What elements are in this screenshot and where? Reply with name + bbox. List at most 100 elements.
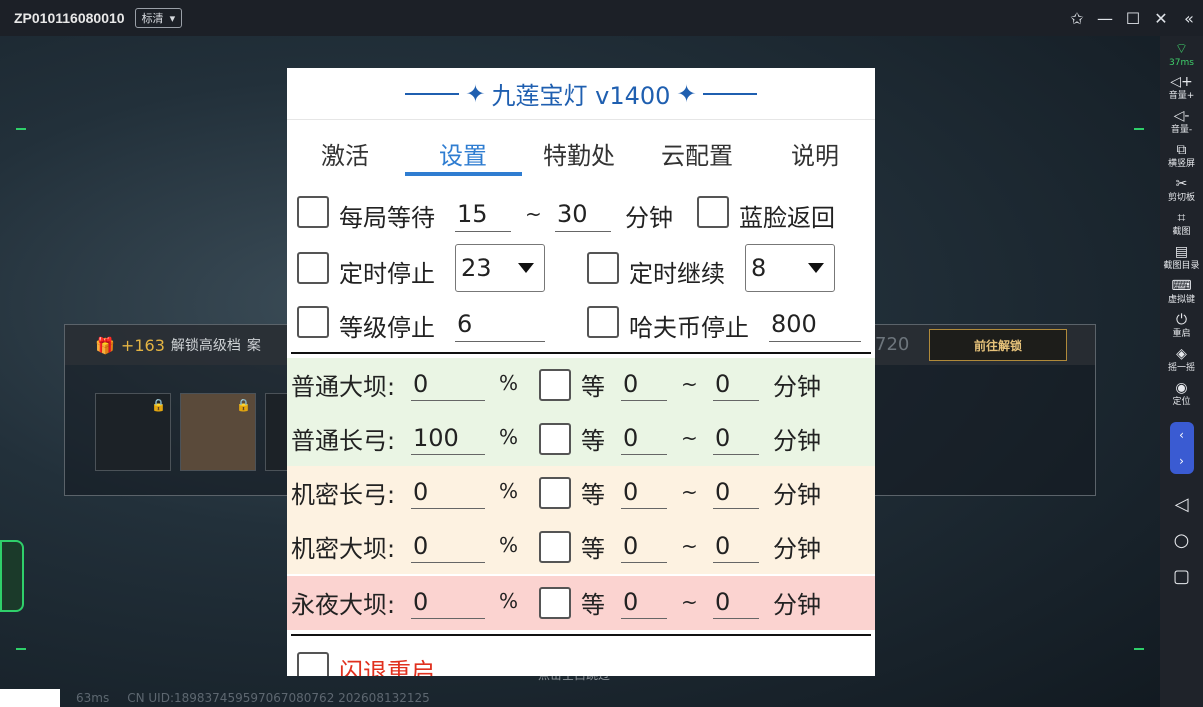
sidebar-item-volume-down[interactable]: ◁- 音量- <box>1160 108 1203 136</box>
percent-label: % <box>499 589 519 613</box>
wait-max-input[interactable]: 30 <box>555 196 611 232</box>
side-badge[interactable] <box>0 540 24 612</box>
shake-icon: ◈ <box>1176 346 1187 362</box>
level-stop-checkbox[interactable] <box>297 306 329 338</box>
minimize-icon[interactable]: — <box>1091 0 1119 36</box>
timed-stop-select[interactable]: 23 <box>455 244 545 292</box>
minutes-label: 分钟 <box>773 373 821 401</box>
map-wait-checkbox[interactable] <box>539 587 571 619</box>
level-stop-input[interactable]: 6 <box>455 306 545 342</box>
map-wait-max-input[interactable]: 0 <box>713 475 759 509</box>
tab-special-ops[interactable]: 特勤处 <box>543 136 615 171</box>
map-wait-checkbox[interactable] <box>539 477 571 509</box>
map-percent-input[interactable]: 100 <box>411 421 485 455</box>
tab-settings[interactable]: 设置 <box>439 136 487 171</box>
sidebar-label: 横竖屏 <box>1167 159 1195 169</box>
tab-activate[interactable]: 激活 <box>321 136 369 171</box>
sidebar-item-clipboard[interactable]: ✂ 剪切板 <box>1160 176 1203 204</box>
chevron-down-icon[interactable]: › <box>1179 454 1184 468</box>
pin-icon[interactable]: ✩ <box>1063 0 1091 36</box>
sidebar-item-virtual-keys[interactable]: ⌨ 虚拟键 <box>1160 278 1203 306</box>
keyboard-icon: ⌨ <box>1171 278 1192 294</box>
map-wait-checkbox[interactable] <box>539 531 571 563</box>
latency-value: 37ms <box>1169 58 1194 68</box>
blue-face-return-checkbox[interactable] <box>697 196 729 228</box>
reward-item-slot[interactable]: 🔒 <box>95 393 171 471</box>
frame-corner <box>16 648 26 650</box>
map-name: 普通大坝: <box>291 373 396 401</box>
timed-continue-checkbox[interactable] <box>587 252 619 284</box>
wait-per-round-checkbox[interactable] <box>297 196 329 228</box>
status-block <box>0 689 60 707</box>
map-wait-min-input[interactable]: 0 <box>621 475 667 509</box>
timed-continue-select[interactable]: 8 <box>745 244 835 292</box>
close-icon[interactable]: ✕ <box>1147 0 1175 36</box>
nav-recents-icon[interactable]: ▢ <box>1160 558 1203 594</box>
map-wait-min-input[interactable]: 0 <box>621 529 667 563</box>
map-row-secret-longbow: 机密长弓: 0 % 等 0 ~ 0 分钟 <box>287 466 875 520</box>
minutes-label: 分钟 <box>625 204 673 232</box>
nav-back-icon[interactable]: ◁ <box>1160 486 1203 522</box>
wait-label: 等 <box>581 535 605 563</box>
map-wait-max-input[interactable]: 0 <box>713 585 759 619</box>
tilde-label: ~ <box>681 372 698 396</box>
sidebar-item-volume-up[interactable]: ◁+ 音量+ <box>1160 74 1203 102</box>
sidebar-item-screenshot[interactable]: ⌗ 截图 <box>1160 210 1203 238</box>
crash-restart-checkbox[interactable] <box>297 652 329 676</box>
crash-restart-label: 闪退重启 <box>339 658 435 676</box>
lock-icon: 🔒 <box>151 398 166 412</box>
crop-icon: ⌗ <box>1177 210 1186 226</box>
timed-stop-checkbox[interactable] <box>297 252 329 284</box>
tilde-label: ~ <box>681 590 698 614</box>
map-name: 永夜大坝: <box>291 591 396 619</box>
map-row-night-dam: 永夜大坝: 0 % 等 0 ~ 0 分钟 <box>287 576 875 630</box>
map-percent-input[interactable]: 0 <box>411 529 485 563</box>
map-percent-input[interactable]: 0 <box>411 367 485 401</box>
panel-plus-value: +163 <box>120 335 165 355</box>
map-wait-min-input[interactable]: 0 <box>621 585 667 619</box>
network-status: ⌔ 37ms <box>1160 40 1203 68</box>
coin-stop-input[interactable]: 800 <box>769 306 861 342</box>
map-wait-min-input[interactable]: 0 <box>621 421 667 455</box>
blue-face-return-label: 蓝脸返回 <box>739 204 835 232</box>
map-wait-max-input[interactable]: 0 <box>713 529 759 563</box>
map-wait-max-input[interactable]: 0 <box>713 421 759 455</box>
wait-label: 等 <box>581 373 605 401</box>
sidebar-item-restart[interactable]: ⏻ 重启 <box>1160 312 1203 340</box>
collapse-sidebar-icon[interactable]: « <box>1175 0 1203 36</box>
quality-dropdown[interactable]: 标清 ▾ <box>134 8 183 28</box>
map-row-secret-dam: 机密大坝: 0 % 等 0 ~ 0 分钟 <box>287 520 875 574</box>
map-percent-input[interactable]: 0 <box>411 585 485 619</box>
reward-item-slot[interactable]: 🔒 <box>180 393 256 471</box>
wait-min-input[interactable]: 15 <box>455 196 511 232</box>
tab-help[interactable]: 说明 <box>791 136 839 171</box>
map-wait-checkbox[interactable] <box>539 423 571 455</box>
map-wait-max-input[interactable]: 0 <box>713 367 759 401</box>
section-divider <box>291 634 871 636</box>
coin-stop-checkbox[interactable] <box>587 306 619 338</box>
tab-cloud-config[interactable]: 云配置 <box>661 136 733 171</box>
map-wait-checkbox[interactable] <box>539 369 571 401</box>
percent-label: % <box>499 533 519 557</box>
settings-dialog: ✦ 九莲宝灯 v1400 ✦ 激活 设置 特勤处 云配置 说明 每局等待 15 … <box>287 68 875 676</box>
scissors-icon: ✂ <box>1175 176 1188 192</box>
section-divider <box>291 352 871 354</box>
title-rule-left <box>405 92 460 95</box>
map-percent-input[interactable]: 0 <box>411 475 485 509</box>
location-icon: ◉ <box>1175 380 1188 396</box>
nav-home-icon[interactable]: ○ <box>1160 522 1203 558</box>
goto-unlock-button[interactable]: 前往解锁 <box>929 329 1067 361</box>
level-stop-label: 等级停止 <box>339 314 435 342</box>
maximize-icon[interactable]: ☐ <box>1119 0 1147 36</box>
sidebar-item-shake[interactable]: ◈ 摇一摇 <box>1160 346 1203 374</box>
chevron-up-icon[interactable]: ‹ <box>1179 428 1184 442</box>
sidebar-item-rotate[interactable]: ⧉ 横竖屏 <box>1160 142 1203 170</box>
tilde-label: ~ <box>681 426 698 450</box>
dialog-title: 九莲宝灯 v1400 <box>491 82 671 110</box>
map-wait-min-input[interactable]: 0 <box>621 367 667 401</box>
minutes-label: 分钟 <box>773 427 821 455</box>
sidebar-item-location[interactable]: ◉ 定位 <box>1160 380 1203 408</box>
screenshot-list-icon: ▤ <box>1174 244 1189 260</box>
sidebar-label: 音量+ <box>1168 91 1195 101</box>
sidebar-item-screenshot-dir[interactable]: ▤ 截图目录 <box>1160 244 1203 272</box>
